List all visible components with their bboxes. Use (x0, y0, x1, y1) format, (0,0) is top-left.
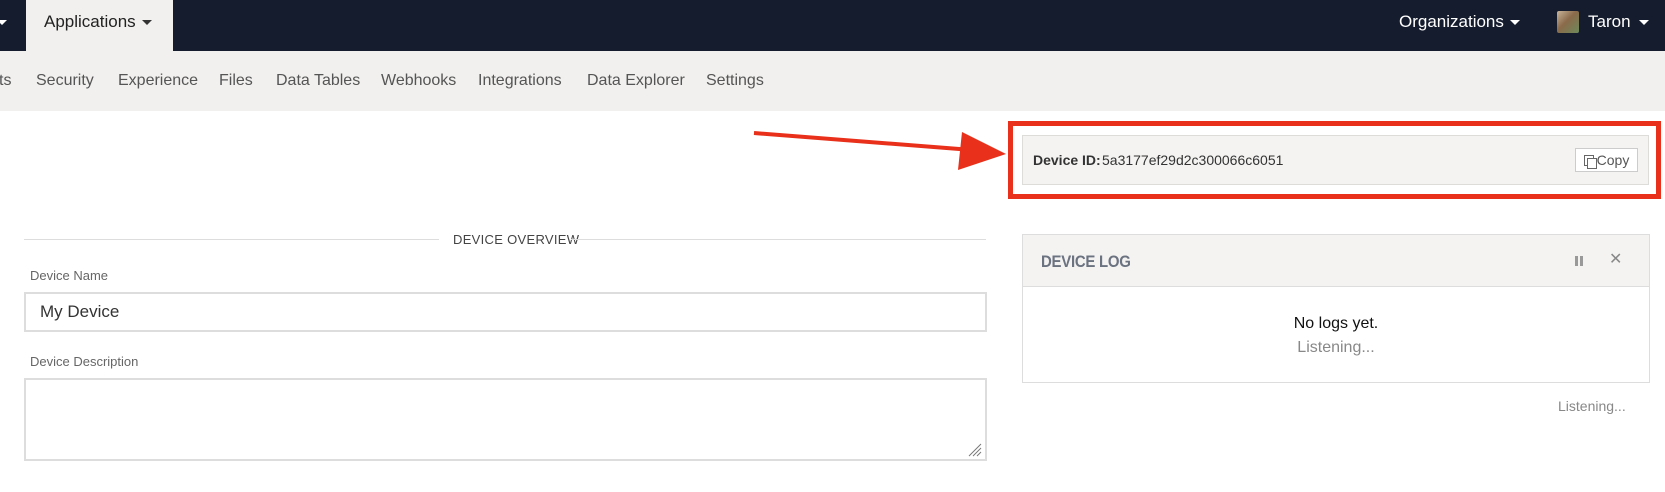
application-subnav: ts Security Experience Files Data Tables… (0, 51, 1665, 111)
applications-menu[interactable]: Applications (26, 0, 173, 51)
listening-status: Listening... (1297, 339, 1375, 356)
subnav-item-experience[interactable]: Experience (118, 71, 198, 91)
subnav-item-data-explorer[interactable]: Data Explorer (587, 71, 685, 91)
user-menu[interactable]: Taron (1557, 0, 1649, 44)
resize-handle-icon[interactable] (967, 443, 982, 457)
copy-button[interactable]: Copy (1575, 148, 1638, 172)
annotation-arrow (753, 131, 1006, 170)
chevron-down-icon (1509, 20, 1520, 26)
chevron-down-icon[interactable] (0, 20, 7, 25)
subnav-item-webhooks[interactable]: Webhooks (381, 71, 456, 91)
subnav-item-integrations[interactable]: Integrations (478, 71, 562, 91)
user-name: Taron (1588, 12, 1631, 31)
device-description-label: Device Description (30, 354, 139, 369)
pause-icon[interactable] (1575, 256, 1584, 266)
device-name-field[interactable] (24, 292, 987, 332)
copy-icon (1583, 154, 1597, 169)
empty-log-message: No logs yet. (1293, 315, 1379, 332)
section-title: DEVICE OVERVIEW (453, 232, 580, 247)
listening-status-footer: Listening... (1558, 398, 1626, 414)
subnav-item-data-tables[interactable]: Data Tables (276, 71, 360, 91)
close-icon[interactable]: ✕ (1609, 252, 1622, 268)
device-log-title: DEVICE LOG (1041, 252, 1131, 271)
device-description-field[interactable] (24, 378, 987, 461)
device-id-panel: Device ID: 5a3177ef29d2c300066c6051 Copy (1022, 135, 1649, 185)
divider (571, 239, 986, 240)
copy-label: Copy (1596, 152, 1630, 168)
avatar (1557, 11, 1579, 33)
divider (24, 239, 439, 240)
subnav-item-security[interactable]: Security (36, 71, 94, 91)
device-log-panel: DEVICE LOG ✕ No logs yet. Listening... (1022, 234, 1650, 383)
chevron-down-icon (141, 20, 152, 26)
device-log-header: DEVICE LOG ✕ (1023, 235, 1649, 287)
chevron-down-icon (1638, 19, 1649, 25)
subnav-item-files[interactable]: Files (219, 71, 253, 91)
organizations-menu[interactable]: Organizations (1399, 0, 1520, 44)
device-id-value: 5a3177ef29d2c300066c6051 (1102, 152, 1284, 168)
subnav-item-events[interactable]: ts (0, 71, 11, 91)
top-nav-bar: Applications Organizations Taron (0, 0, 1665, 51)
organizations-label: Organizations (1399, 12, 1504, 31)
device-id-label: Device ID: (1033, 152, 1101, 168)
device-name-label: Device Name (30, 268, 109, 283)
applications-label: Applications (44, 12, 136, 31)
subnav-item-settings[interactable]: Settings (706, 71, 764, 91)
